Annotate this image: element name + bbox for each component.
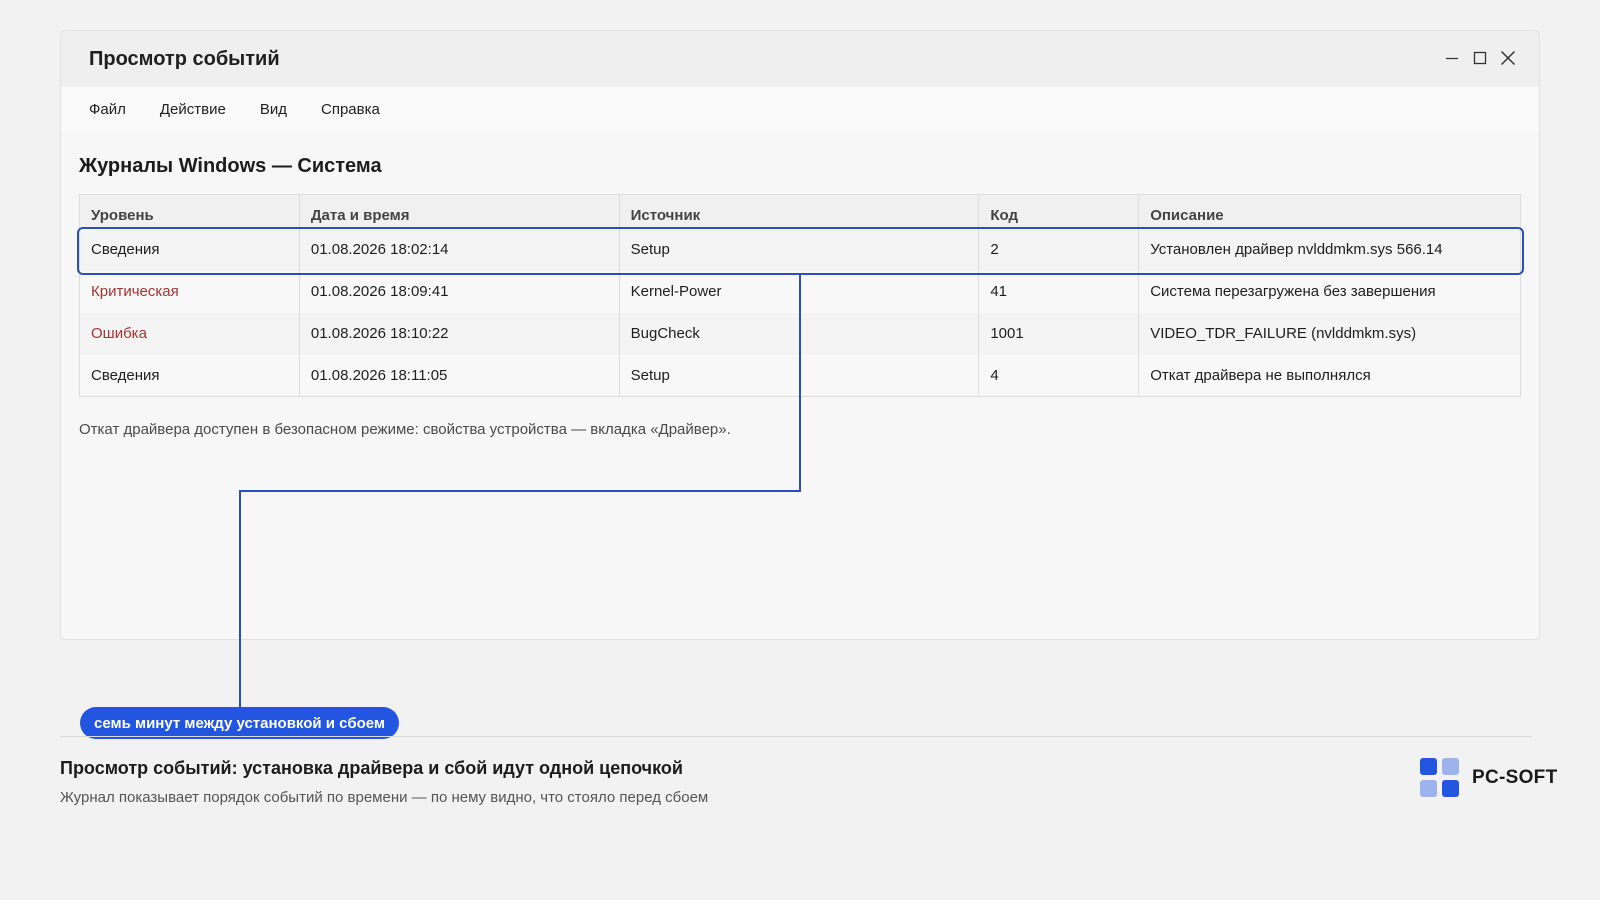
menu-help[interactable]: Справка [321, 101, 380, 118]
callout-badge: семь минут между установкой и сбоем [80, 707, 399, 739]
brand-name: PC-SOFT [1472, 767, 1558, 788]
brand-logo-icon [1420, 758, 1460, 798]
cell-code: 4 [978, 354, 1140, 397]
cell-datetime: 01.08.2026 18:09:41 [298, 270, 620, 313]
cell-description: Система перезагружена без завершения [1138, 270, 1521, 313]
window-title: Просмотр событий [89, 47, 280, 70]
main-content: Журналы Windows — Система Уровень Дата и… [61, 131, 1539, 438]
cell-datetime: 01.08.2026 18:11:05 [298, 354, 620, 397]
cell-source: Setup [618, 228, 980, 271]
minimize-icon[interactable] [1443, 47, 1461, 69]
cell-code: 41 [978, 270, 1140, 313]
column-header-level[interactable]: Уровень [79, 194, 300, 229]
cell-code: 1001 [978, 312, 1140, 355]
cell-source: Kernel-Power [618, 270, 980, 313]
close-icon[interactable] [1499, 47, 1517, 69]
brand: PC-SOFT [1420, 758, 1558, 798]
cell-description: VIDEO_TDR_FAILURE (nvlddmkm.sys) [1138, 312, 1521, 355]
cell-source: Setup [618, 354, 980, 397]
menu-file[interactable]: Файл [89, 101, 126, 118]
menu-bar: Файл Действие Вид Справка [61, 87, 1539, 131]
table-row[interactable]: Ошибка 01.08.2026 18:10:22 BugCheck 1001… [79, 312, 1521, 355]
section-title: Журналы Windows — Система [79, 155, 382, 177]
table-row[interactable]: Сведения 01.08.2026 18:11:05 Setup 4 Отк… [79, 354, 1521, 397]
footer-title: Просмотр событий: установка драйвера и с… [60, 758, 683, 778]
cell-source: BugCheck [618, 312, 980, 355]
column-header-source[interactable]: Источник [618, 194, 980, 229]
footer-subtitle: Журнал показывает порядок событий по вре… [60, 789, 709, 806]
cell-level: Ошибка [79, 312, 300, 355]
column-header-description[interactable]: Описание [1138, 194, 1521, 229]
cell-datetime: 01.08.2026 18:10:22 [298, 312, 620, 355]
table-header-row: Уровень Дата и время Источник Код Описан… [79, 194, 1521, 229]
cell-level: Критическая [79, 270, 300, 313]
rollback-note: Откат драйвера доступен в безопасном реж… [79, 421, 731, 438]
table-row[interactable]: Критическая 01.08.2026 18:09:41 Kernel-P… [79, 270, 1521, 313]
column-header-datetime[interactable]: Дата и время [298, 194, 620, 229]
cell-code: 2 [978, 228, 1140, 271]
events-table: Уровень Дата и время Источник Код Описан… [79, 194, 1521, 397]
cell-datetime: 01.08.2026 18:02:14 [298, 228, 620, 271]
event-viewer-window: Просмотр событий Файл Действие Вид Справ… [60, 30, 1540, 640]
title-bar: Просмотр событий [61, 31, 1539, 87]
column-header-code[interactable]: Код [978, 194, 1140, 229]
cell-level: Сведения [79, 354, 300, 397]
cell-level: Сведения [79, 228, 300, 271]
maximize-icon[interactable] [1471, 47, 1489, 69]
menu-action[interactable]: Действие [160, 101, 226, 118]
footer-divider [60, 736, 1532, 737]
menu-view[interactable]: Вид [260, 101, 287, 118]
table-row[interactable]: Сведения 01.08.2026 18:02:14 Setup 2 Уст… [79, 228, 1521, 271]
cell-description: Откат драйвера не выполнялся [1138, 354, 1521, 397]
cell-description: Установлен драйвер nvlddmkm.sys 566.14 [1138, 228, 1521, 271]
window-controls [1443, 47, 1517, 69]
